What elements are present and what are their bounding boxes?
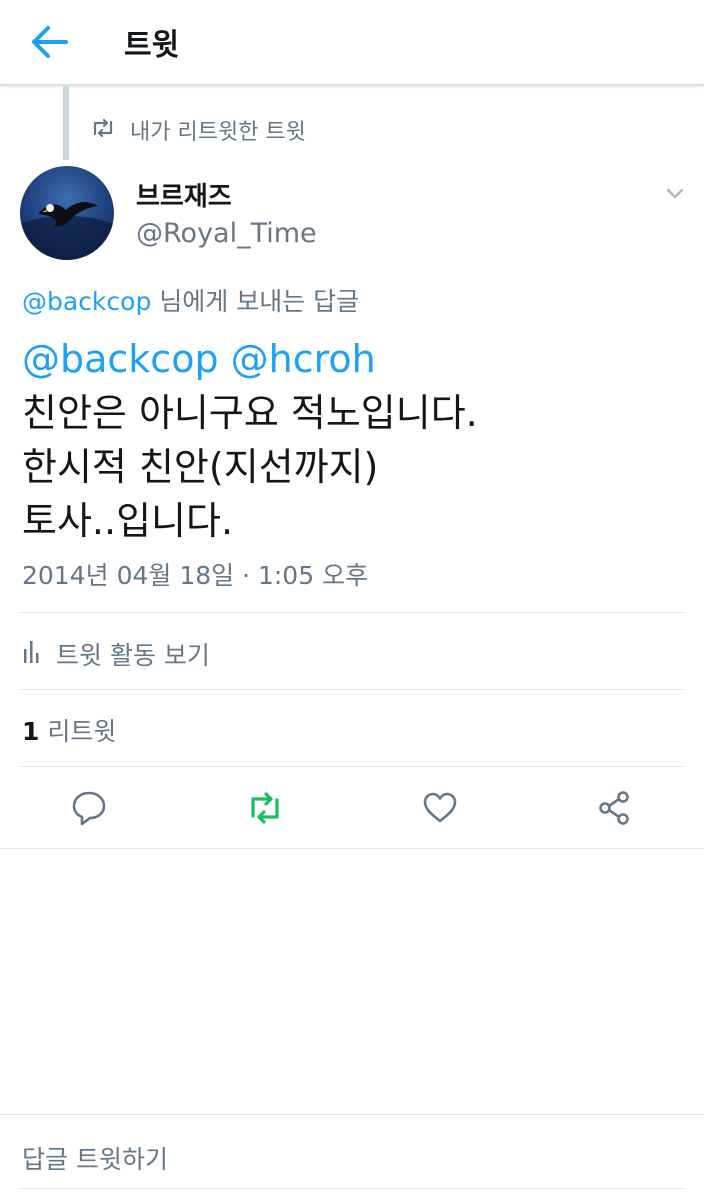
tweet-line-3: 토사..입니다. bbox=[22, 499, 234, 543]
tweet-mentions-link[interactable]: @backcop @hcroh bbox=[22, 332, 682, 386]
tweet-timestamp: 2014년 04월 18일 · 1:05 오후 bbox=[22, 561, 369, 590]
author-name[interactable]: 브르재즈 bbox=[136, 176, 232, 213]
bar-chart-icon bbox=[22, 639, 44, 669]
retweet-icon[interactable] bbox=[244, 788, 286, 828]
divider bbox=[20, 612, 684, 613]
tweet-activity-button[interactable]: 트윗 활동 보기 bbox=[22, 636, 210, 672]
retweet-count-label: 리트윗 bbox=[39, 717, 117, 746]
top-app-bar: 트윗 bbox=[0, 0, 704, 86]
reply-to-suffix: 님에게 보내는 답글 bbox=[151, 287, 360, 316]
tweet-line-2: 한시적 친안(지선까지) bbox=[22, 445, 379, 489]
like-icon[interactable] bbox=[421, 788, 459, 828]
share-icon[interactable] bbox=[596, 788, 634, 828]
back-arrow-icon[interactable] bbox=[26, 20, 74, 64]
divider bbox=[0, 1114, 704, 1115]
retweet-stats[interactable]: 1 리트윗 bbox=[22, 712, 116, 748]
retweet-small-icon bbox=[90, 118, 116, 142]
retweet-context: 내가 리트윗한 트윗 bbox=[90, 114, 306, 146]
reply-context: @backcop 님에게 보내는 답글 bbox=[22, 282, 359, 318]
reply-to-mention-link[interactable]: @backcop bbox=[22, 287, 151, 316]
reply-tweet-input[interactable]: 답글 트윗하기 bbox=[22, 1140, 168, 1176]
retweet-context-label: 내가 리트윗한 트윗 bbox=[130, 120, 306, 145]
tweet-line-1: 친안은 아니구요 적노입니다. bbox=[22, 391, 478, 435]
page-title: 트윗 bbox=[124, 28, 180, 63]
divider bbox=[20, 689, 684, 690]
chevron-down-icon[interactable] bbox=[660, 180, 690, 206]
thread-connector-line bbox=[63, 86, 69, 160]
avatar[interactable] bbox=[20, 166, 114, 260]
tweet-text: @backcop @hcroh 친안은 아니구요 적노입니다. 한시적 친안(지… bbox=[22, 332, 682, 548]
tweet-activity-label: 트윗 활동 보기 bbox=[56, 641, 210, 670]
divider bbox=[0, 848, 704, 849]
reply-icon[interactable] bbox=[70, 788, 108, 828]
divider bbox=[20, 766, 684, 767]
author-handle[interactable]: @Royal_Time bbox=[136, 218, 317, 249]
retweet-count: 1 bbox=[22, 717, 40, 746]
reply-input-underline bbox=[20, 1188, 684, 1189]
